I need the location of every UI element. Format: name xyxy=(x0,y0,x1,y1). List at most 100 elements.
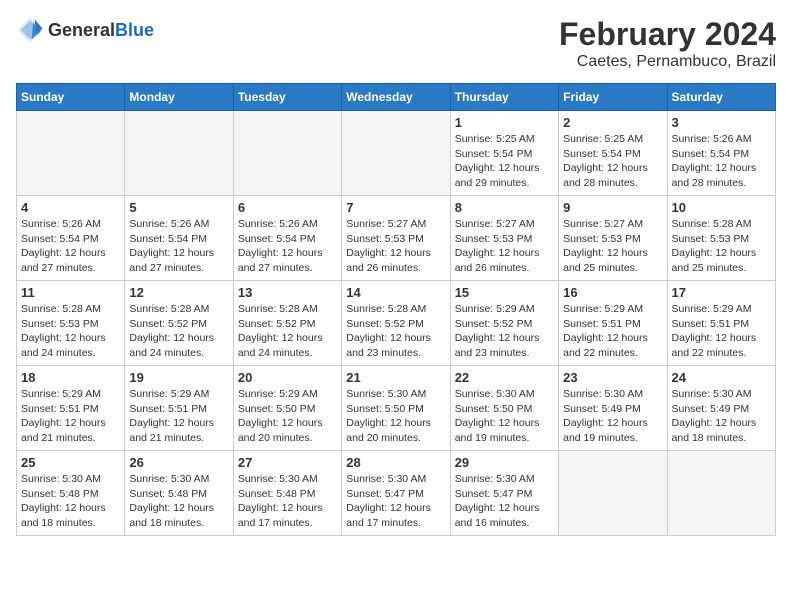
day-info: Sunrise: 5:30 AM Sunset: 5:50 PM Dayligh… xyxy=(455,387,554,446)
calendar-day-cell: 23Sunrise: 5:30 AM Sunset: 5:49 PM Dayli… xyxy=(559,366,667,451)
calendar-day-cell: 25 Sunrise: 5:30 AM Sunset: 5:48 PM Dayli… xyxy=(17,451,125,536)
calendar-day-cell: 20Sunrise: 5:29 AM Sunset: 5:50 PM Dayli… xyxy=(233,366,341,451)
day-number: 4 xyxy=(21,200,120,215)
day-info: Sunrise: 5:28 AM Sunset: 5:53 PM Dayligh… xyxy=(672,217,771,276)
day-info: Sunrise: 5:26 AM Sunset: 5:54 PM Dayligh… xyxy=(672,132,771,191)
day-info: Sunrise: 5:30 AM Sunset: 5:47 PM Dayligh… xyxy=(455,472,554,531)
day-info: Sunrise: 5:29 AM Sunset: 5:52 PM Dayligh… xyxy=(455,302,554,361)
weekday-header-row: SundayMondayTuesdayWednesdayThursdayFrid… xyxy=(17,84,776,111)
day-info: Sunrise: 5:28 AM Sunset: 5:52 PM Dayligh… xyxy=(346,302,445,361)
day-number: 26 xyxy=(129,455,228,470)
day-number: 1 xyxy=(455,115,554,130)
day-number: 18 xyxy=(21,370,120,385)
calendar-day-cell: 13 Sunrise: 5:28 AM Sunset: 5:52 PM Dayli… xyxy=(233,281,341,366)
weekday-header: Sunday xyxy=(17,84,125,111)
day-number: 13 xyxy=(238,285,337,300)
calendar-day-cell: 16 Sunrise: 5:29 AM Sunset: 5:51 PM Dayli… xyxy=(559,281,667,366)
calendar-table: SundayMondayTuesdayWednesdayThursdayFrid… xyxy=(16,83,776,536)
calendar-day-cell xyxy=(233,111,341,196)
calendar-day-cell xyxy=(342,111,450,196)
day-info: Sunrise: 5:30 AM Sunset: 5:49 PM Dayligh… xyxy=(563,387,662,446)
day-info: Sunrise: 5:26 AM Sunset: 5:54 PM Dayligh… xyxy=(238,217,337,276)
calendar-week-row: 4 Sunrise: 5:26 AM Sunset: 5:54 PM Daylig… xyxy=(17,196,776,281)
day-number: 7 xyxy=(346,200,445,215)
calendar-day-cell xyxy=(17,111,125,196)
day-info: Sunrise: 5:27 AM Sunset: 5:53 PM Dayligh… xyxy=(455,217,554,276)
weekday-header: Wednesday xyxy=(342,84,450,111)
day-info: Sunrise: 5:29 AM Sunset: 5:50 PM Dayligh… xyxy=(238,387,337,446)
calendar-day-cell: 17 Sunrise: 5:29 AM Sunset: 5:51 PM Dayli… xyxy=(667,281,775,366)
day-number: 21 xyxy=(346,370,445,385)
logo-icon xyxy=(16,16,44,44)
location-subtitle: Caetes, Pernambuco, Brazil xyxy=(559,53,776,71)
calendar-day-cell: 2Sunrise: 5:25 AM Sunset: 5:54 PM Daylig… xyxy=(559,111,667,196)
day-info: Sunrise: 5:26 AM Sunset: 5:54 PM Dayligh… xyxy=(129,217,228,276)
day-info: Sunrise: 5:30 AM Sunset: 5:49 PM Dayligh… xyxy=(672,387,771,446)
day-info: Sunrise: 5:27 AM Sunset: 5:53 PM Dayligh… xyxy=(563,217,662,276)
day-info: Sunrise: 5:29 AM Sunset: 5:51 PM Dayligh… xyxy=(129,387,228,446)
day-number: 25 xyxy=(21,455,120,470)
day-info: Sunrise: 5:29 AM Sunset: 5:51 PM Dayligh… xyxy=(563,302,662,361)
calendar-day-cell: 6 Sunrise: 5:26 AM Sunset: 5:54 PM Daylig… xyxy=(233,196,341,281)
day-number: 22 xyxy=(455,370,554,385)
calendar-day-cell: 12 Sunrise: 5:28 AM Sunset: 5:52 PM Dayli… xyxy=(125,281,233,366)
logo: GeneralBlue xyxy=(16,16,154,44)
day-info: Sunrise: 5:30 AM Sunset: 5:50 PM Dayligh… xyxy=(346,387,445,446)
day-info: Sunrise: 5:30 AM Sunset: 5:48 PM Dayligh… xyxy=(21,472,120,531)
day-number: 5 xyxy=(129,200,228,215)
weekday-header: Thursday xyxy=(450,84,558,111)
calendar-day-cell: 8 Sunrise: 5:27 AM Sunset: 5:53 PM Daylig… xyxy=(450,196,558,281)
calendar-day-cell: 22 Sunrise: 5:30 AM Sunset: 5:50 PM Dayli… xyxy=(450,366,558,451)
calendar-week-row: 11 Sunrise: 5:28 AM Sunset: 5:53 PM Dayli… xyxy=(17,281,776,366)
day-number: 24 xyxy=(672,370,771,385)
day-info: Sunrise: 5:25 AM Sunset: 5:54 PM Dayligh… xyxy=(455,132,554,191)
day-number: 3 xyxy=(672,115,771,130)
calendar-day-cell: 7Sunrise: 5:27 AM Sunset: 5:53 PM Daylig… xyxy=(342,196,450,281)
day-number: 9 xyxy=(563,200,662,215)
calendar-day-cell: 19 Sunrise: 5:29 AM Sunset: 5:51 PM Dayli… xyxy=(125,366,233,451)
calendar-day-cell xyxy=(559,451,667,536)
calendar-week-row: 25 Sunrise: 5:30 AM Sunset: 5:48 PM Dayli… xyxy=(17,451,776,536)
calendar-day-cell: 11 Sunrise: 5:28 AM Sunset: 5:53 PM Dayli… xyxy=(17,281,125,366)
calendar-day-cell: 18 Sunrise: 5:29 AM Sunset: 5:51 PM Dayli… xyxy=(17,366,125,451)
calendar-day-cell: 1 Sunrise: 5:25 AM Sunset: 5:54 PM Daylig… xyxy=(450,111,558,196)
day-number: 6 xyxy=(238,200,337,215)
calendar-day-cell: 27 Sunrise: 5:30 AM Sunset: 5:48 PM Dayli… xyxy=(233,451,341,536)
logo-text-general: General xyxy=(48,20,115,40)
calendar-day-cell xyxy=(667,451,775,536)
calendar-day-cell: 28 Sunrise: 5:30 AM Sunset: 5:47 PM Dayli… xyxy=(342,451,450,536)
day-info: Sunrise: 5:28 AM Sunset: 5:52 PM Dayligh… xyxy=(238,302,337,361)
day-info: Sunrise: 5:30 AM Sunset: 5:47 PM Dayligh… xyxy=(346,472,445,531)
day-info: Sunrise: 5:29 AM Sunset: 5:51 PM Dayligh… xyxy=(672,302,771,361)
day-info: Sunrise: 5:30 AM Sunset: 5:48 PM Dayligh… xyxy=(238,472,337,531)
day-number: 28 xyxy=(346,455,445,470)
day-number: 10 xyxy=(672,200,771,215)
day-info: Sunrise: 5:29 AM Sunset: 5:51 PM Dayligh… xyxy=(21,387,120,446)
day-number: 12 xyxy=(129,285,228,300)
weekday-header: Saturday xyxy=(667,84,775,111)
month-year-title: February 2024 xyxy=(559,16,776,53)
day-number: 11 xyxy=(21,285,120,300)
page-header: GeneralBlue February 2024 Caetes, Pernam… xyxy=(16,16,776,71)
calendar-day-cell: 10 Sunrise: 5:28 AM Sunset: 5:53 PM Dayli… xyxy=(667,196,775,281)
calendar-day-cell: 15 Sunrise: 5:29 AM Sunset: 5:52 PM Dayli… xyxy=(450,281,558,366)
day-number: 8 xyxy=(455,200,554,215)
calendar-week-row: 1 Sunrise: 5:25 AM Sunset: 5:54 PM Daylig… xyxy=(17,111,776,196)
calendar-day-cell: 9 Sunrise: 5:27 AM Sunset: 5:53 PM Daylig… xyxy=(559,196,667,281)
weekday-header: Monday xyxy=(125,84,233,111)
calendar-day-cell: 3 Sunrise: 5:26 AM Sunset: 5:54 PM Daylig… xyxy=(667,111,775,196)
day-number: 14 xyxy=(346,285,445,300)
day-number: 16 xyxy=(563,285,662,300)
day-number: 27 xyxy=(238,455,337,470)
day-info: Sunrise: 5:28 AM Sunset: 5:53 PM Dayligh… xyxy=(21,302,120,361)
logo-text-blue: Blue xyxy=(115,20,154,40)
weekday-header: Friday xyxy=(559,84,667,111)
day-number: 19 xyxy=(129,370,228,385)
day-number: 15 xyxy=(455,285,554,300)
day-info: Sunrise: 5:28 AM Sunset: 5:52 PM Dayligh… xyxy=(129,302,228,361)
title-block: February 2024 Caetes, Pernambuco, Brazil xyxy=(559,16,776,71)
day-info: Sunrise: 5:26 AM Sunset: 5:54 PM Dayligh… xyxy=(21,217,120,276)
calendar-day-cell: 4 Sunrise: 5:26 AM Sunset: 5:54 PM Daylig… xyxy=(17,196,125,281)
calendar-day-cell xyxy=(125,111,233,196)
day-number: 17 xyxy=(672,285,771,300)
